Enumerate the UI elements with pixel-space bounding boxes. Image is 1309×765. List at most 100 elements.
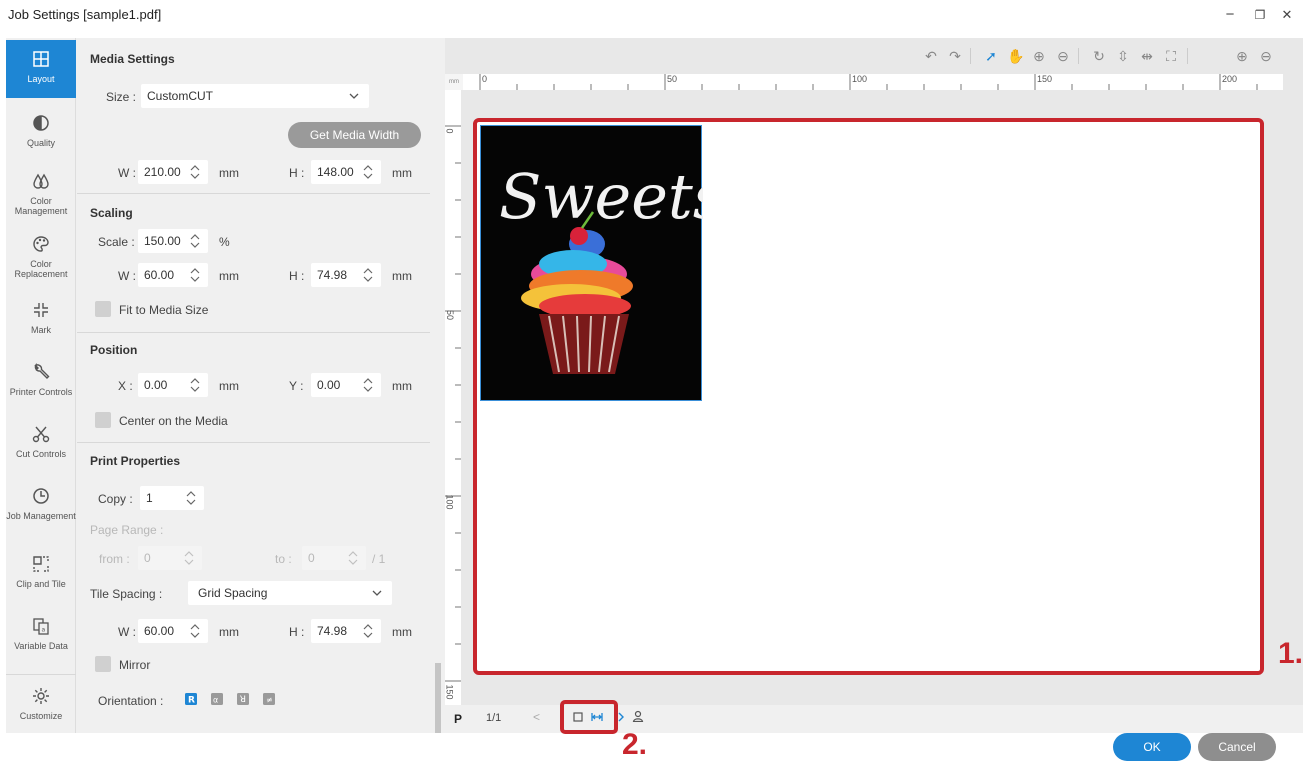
spin-arrows-icon[interactable] (188, 232, 202, 250)
mirror-checkbox[interactable] (95, 656, 111, 672)
tile-spacing-label: Tile Spacing : (90, 587, 163, 601)
page-indicator-p: P (454, 712, 463, 726)
zoom-out-icon[interactable]: ⊖ (1055, 48, 1071, 64)
cancel-button[interactable]: Cancel (1198, 733, 1276, 761)
scale-field[interactable]: 150.00 (138, 229, 208, 253)
media-w-label: W : (118, 166, 136, 180)
tile-w-unit: mm (219, 625, 239, 639)
size-select[interactable]: CustomCUT (141, 84, 369, 108)
ruler-v-label: 50 (445, 309, 456, 321)
sweets-artwork: Sweets (499, 160, 725, 374)
sidebar-item-printer-controls[interactable]: Printer Controls (6, 362, 76, 412)
position-y-value: 0.00 (317, 378, 341, 392)
spin-arrows-icon[interactable] (188, 622, 202, 640)
media-width-field[interactable]: 210.00 (138, 160, 208, 184)
ruler-h-label: 150 (1037, 74, 1053, 84)
sidebar-item-color-management[interactable]: Color Management (6, 171, 76, 221)
undo-icon[interactable]: ↶ (923, 48, 939, 64)
svg-text:R: R (188, 696, 195, 706)
previous-page-button[interactable]: < (533, 710, 540, 724)
artwork-text: Sweets (499, 160, 703, 233)
clock-icon (33, 488, 49, 504)
spin-arrows-icon[interactable] (188, 163, 202, 181)
fit-to-media-checkbox[interactable] (95, 301, 111, 317)
media-height-field[interactable]: 148.00 (311, 160, 381, 184)
zoom-minus-icon[interactable]: ⊖ (1258, 48, 1274, 64)
zoom-plus-icon[interactable]: ⊕ (1234, 48, 1250, 64)
fit-page-icon[interactable]: ⛶ (1163, 48, 1179, 64)
scaling-title: Scaling (90, 206, 133, 220)
sidebar-item-clip-and-tile[interactable]: Clip and Tile (6, 554, 76, 596)
spin-arrows-icon[interactable] (361, 376, 375, 394)
spin-arrows-icon[interactable] (188, 376, 202, 394)
artwork-image[interactable]: Sweets (480, 125, 725, 401)
sidebar-item-label: Color Management (14, 196, 68, 216)
mark-icon (34, 303, 48, 317)
sidebar-item-customize[interactable]: Customize (6, 686, 76, 726)
position-x-unit: mm (219, 379, 239, 393)
next-page-icon[interactable] (617, 712, 625, 722)
select-pointer-icon[interactable]: ➚ (983, 48, 999, 64)
callout-1: 1. (1278, 637, 1304, 670)
position-y-field[interactable]: 0.00 (311, 373, 381, 397)
redo-icon[interactable]: ↷ (947, 48, 963, 64)
rotate-icon[interactable]: ↻ (1091, 48, 1107, 64)
spin-arrows-icon[interactable] (361, 622, 375, 640)
sidebar-item-job-management[interactable]: Job Management (6, 486, 76, 538)
scaling-w-unit: mm (219, 269, 239, 283)
ok-button[interactable]: OK (1113, 733, 1191, 761)
orientation-rotate-180-icon[interactable]: R (237, 693, 249, 705)
position-y-label: Y : (289, 379, 304, 393)
close-button[interactable]: ✕ (1272, 4, 1302, 26)
restore-button[interactable]: ❐ (1245, 4, 1275, 26)
svg-text:≠: ≠ (266, 696, 273, 705)
center-on-media-checkbox[interactable] (95, 412, 111, 428)
sidebar-item-cut-controls[interactable]: Cut Controls (6, 424, 76, 474)
orientation-rotate-270-icon[interactable]: ≠ (263, 693, 275, 705)
tile-height-value: 74.98 (317, 624, 348, 638)
preview-toolbar: ↶ ↷ ➚ ✋ ⊕ ⊖ ↻ ⇳ ⇹ ⛶ ⊕ ⊖ (445, 38, 1303, 74)
sidebar-item-mark[interactable]: Mark (6, 300, 76, 340)
section-divider (77, 332, 430, 333)
sidebar-divider (6, 674, 76, 675)
tile-width-field[interactable]: 60.00 (138, 619, 208, 643)
minimize-button[interactable]: − (1215, 4, 1245, 26)
orientation-label: Orientation : (98, 694, 164, 708)
print-properties-title: Print Properties (90, 454, 181, 468)
spin-arrows-icon[interactable] (361, 266, 375, 284)
size-label: Size : (106, 90, 137, 104)
scale-unit: % (219, 235, 230, 249)
person-icon[interactable] (632, 710, 644, 722)
pan-hand-icon[interactable]: ✋ (1007, 48, 1024, 64)
tile-height-field[interactable]: 74.98 (311, 619, 381, 643)
spin-arrows-icon[interactable] (184, 489, 198, 507)
orientation-r-icon[interactable]: R (185, 693, 197, 705)
chevron-down-icon (349, 93, 359, 99)
position-x-field[interactable]: 0.00 (138, 373, 208, 397)
get-media-width-button[interactable]: Get Media Width (288, 122, 421, 148)
center-on-media-label: Center on the Media (119, 414, 228, 428)
sidebar-item-layout[interactable]: Layout (6, 40, 76, 98)
scaling-width-field[interactable]: 60.00 (138, 263, 208, 287)
panel-scrollbar-thumb[interactable] (435, 663, 441, 733)
sidebar-item-quality[interactable]: Quality (6, 113, 76, 157)
ruler-v-label: 0 (444, 128, 455, 134)
scaling-w-label: W : (118, 269, 136, 283)
spin-arrows-icon[interactable] (188, 266, 202, 284)
tile-spacing-value: Grid Spacing (198, 586, 268, 600)
copy-field[interactable]: 1 (140, 486, 204, 510)
scaling-height-field[interactable]: 74.98 (311, 263, 381, 287)
size-value: CustomCUT (147, 89, 214, 103)
sidebar-item-label: Printer Controls (9, 387, 73, 397)
orientation-rotate-90-icon[interactable]: α (211, 693, 223, 705)
spin-arrows-icon[interactable] (361, 163, 375, 181)
sidebar-item-variable-data[interactable]: a Variable Data (6, 616, 76, 666)
sidebar-item-color-replacement[interactable]: Color Replacement (6, 234, 76, 284)
zoom-in-icon[interactable]: ⊕ (1031, 48, 1047, 64)
fit-height-icon[interactable]: ⇳ (1115, 48, 1131, 64)
fit-width-icon[interactable]: ⇹ (1139, 48, 1155, 64)
tile-spacing-select[interactable]: Grid Spacing (188, 581, 392, 605)
panel-scrollbar[interactable] (431, 38, 444, 733)
copy-value: 1 (146, 491, 153, 505)
copy-label: Copy : (98, 492, 133, 506)
